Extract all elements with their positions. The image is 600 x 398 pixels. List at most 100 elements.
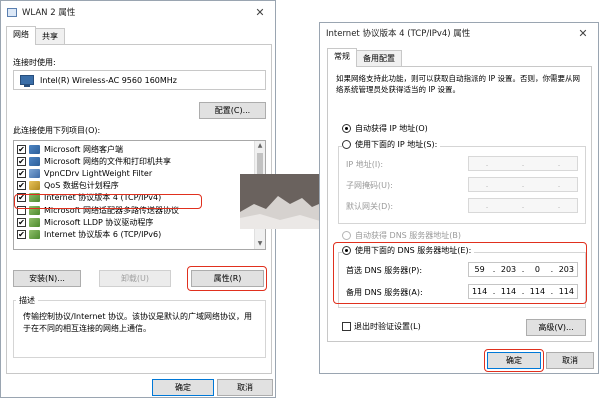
- subnet-field: ...: [468, 177, 578, 192]
- item-label: Microsoft 网络客户端: [44, 144, 123, 154]
- adapter-name: Intel(R) Wireless-AC 9560 160MHz: [40, 75, 177, 85]
- list-item[interactable]: Microsoft 网络适配器多路传送器协议: [14, 204, 265, 216]
- protocol-icon: [29, 205, 40, 215]
- intro-line-1: 如果网络支持此功能，则可以获取自动指派的 IP 设置。否则，你需要从网: [336, 74, 581, 83]
- wlan-properties-dialog: WLAN 2 属性 ✕ 网络 共享 连接时使用: Intel(R) Wirele…: [0, 0, 276, 398]
- alternate-dns-octet-4: 114: [558, 287, 574, 296]
- item-checkbox[interactable]: ✔: [17, 168, 26, 178]
- auto-dns-radio[interactable]: 自动获得 DNS 服务器地址(B): [342, 230, 461, 241]
- list-item[interactable]: ✔ Microsoft LLDP 协议驱动程序: [14, 216, 265, 228]
- components-list[interactable]: ✔ Microsoft 网络客户端 ✔ Microsoft 网络的文件和打印机共享 …: [13, 140, 266, 250]
- tab-general[interactable]: 常规: [327, 48, 357, 67]
- alternate-dns-octet-1: 114: [471, 287, 488, 296]
- radio-dot[interactable]: [342, 140, 351, 149]
- protocol-icon: [29, 229, 40, 239]
- adapter-name-box: Intel(R) Wireless-AC 9560 160MHz: [13, 70, 266, 90]
- list-item[interactable]: ✔ Microsoft 网络的文件和打印机共享: [14, 155, 265, 167]
- preferred-dns-field[interactable]: 59. 203. 0. 203: [468, 262, 578, 277]
- item-checkbox[interactable]: ✔: [17, 229, 26, 239]
- list-item[interactable]: ✔ Internet 协议版本 6 (TCP/IPv6): [14, 228, 265, 240]
- list-item[interactable]: ✔ Internet 协议版本 4 (TCP/IPv4): [14, 192, 265, 204]
- auto-ip-label: 自动获得 IP 地址(O): [355, 124, 428, 133]
- item-label: Internet 协议版本 6 (TCP/IPv6): [44, 229, 162, 239]
- preferred-dns-octet-1: 59: [474, 265, 485, 274]
- tab-alternate-config[interactable]: 备用配置: [356, 50, 402, 67]
- item-checkbox[interactable]: [17, 205, 26, 215]
- left-dialog-title: WLAN 2 属性: [22, 8, 76, 18]
- scroll-down-icon[interactable]: ▼: [255, 239, 265, 249]
- preferred-dns-label: 首选 DNS 服务器(P):: [346, 266, 423, 275]
- alternate-dns-label: 备用 DNS 服务器(A):: [346, 288, 423, 297]
- manual-dns-label: 使用下面的 DNS 服务器地址(E):: [355, 246, 472, 255]
- right-tab-strip: 常规 备用配置: [327, 48, 402, 67]
- intro-line-2: 络系统管理员处获得适当的 IP 设置。: [336, 85, 461, 94]
- client-icon: [29, 144, 40, 154]
- properties-button[interactable]: 属性(R): [191, 270, 264, 287]
- item-label: Internet 协议版本 4 (TCP/IPv4): [44, 193, 162, 203]
- subnet-label: 子网掩码(U):: [346, 181, 393, 190]
- right-ok-button[interactable]: 确定: [487, 352, 541, 369]
- configure-button[interactable]: 配置(C)...: [199, 102, 266, 119]
- list-item[interactable]: ✔ Microsoft 网络客户端: [14, 143, 265, 155]
- protocol-icon: [29, 193, 40, 203]
- auto-dns-label: 自动获得 DNS 服务器地址(B): [355, 231, 462, 240]
- dns-group: [338, 252, 586, 308]
- scroll-up-icon[interactable]: ▲: [255, 141, 265, 151]
- preferred-dns-octet-2: 203: [500, 265, 517, 274]
- description-title: 描述: [16, 295, 38, 306]
- validate-checkbox[interactable]: 退出时验证设置(L): [342, 321, 421, 332]
- manual-ip-radio[interactable]: 使用下面的 IP 地址(S):: [342, 139, 441, 150]
- alternate-dns-octet-3: 114: [529, 287, 546, 296]
- right-title-bar: Internet 协议版本 4 (TCP/IPv4) 属性 ✕: [320, 23, 598, 43]
- item-checkbox[interactable]: ✔: [17, 217, 26, 227]
- protocol-icon: [29, 217, 40, 227]
- ipv4-properties-dialog: Internet 协议版本 4 (TCP/IPv4) 属性 ✕ 常规 备用配置 …: [319, 22, 599, 374]
- item-checkbox[interactable]: ✔: [17, 156, 26, 166]
- gateway-label: 默认网关(D):: [346, 202, 394, 211]
- item-label: VpnCDrv LightWeight Filter: [44, 168, 153, 178]
- tab-sharing[interactable]: 共享: [35, 28, 65, 45]
- right-cancel-button[interactable]: 取消: [546, 352, 594, 369]
- ip-address-field: ...: [468, 156, 578, 171]
- ip-address-label: IP 地址(I):: [346, 160, 384, 169]
- validate-label: 退出时验证设置(L): [354, 322, 421, 331]
- network-adapter-icon: [7, 7, 17, 17]
- items-label: 此连接使用下列项目(O):: [13, 126, 101, 135]
- list-item[interactable]: ✔ VpnCDrv LightWeight Filter: [14, 167, 265, 179]
- auto-ip-radio[interactable]: 自动获得 IP 地址(O): [342, 123, 428, 134]
- qos-icon: [29, 181, 40, 191]
- uninstall-button: 卸载(U): [99, 270, 171, 287]
- network-adapter-icon: [20, 75, 34, 87]
- item-label: QoS 数据包计划程序: [44, 181, 119, 191]
- alternate-dns-field[interactable]: 114. 114. 114. 114: [468, 284, 578, 299]
- connect-using-label: 连接时使用:: [13, 58, 56, 67]
- advanced-button[interactable]: 高级(V)...: [526, 319, 586, 336]
- radio-dot[interactable]: [342, 246, 351, 255]
- filter-icon: [29, 168, 40, 178]
- manual-dns-radio[interactable]: 使用下面的 DNS 服务器地址(E):: [342, 245, 475, 256]
- description-text-line-1: 传输控制协议/Internet 协议。该协议是默认的广域网络协议，用: [23, 312, 253, 321]
- preferred-dns-octet-3: 0: [534, 265, 540, 274]
- radio-dot[interactable]: [342, 124, 351, 133]
- item-label: Microsoft 网络适配器多路传送器协议: [44, 205, 179, 215]
- left-cancel-button[interactable]: 取消: [217, 379, 273, 396]
- item-label: Microsoft LLDP 协议驱动程序: [44, 217, 154, 227]
- install-button[interactable]: 安装(N)...: [13, 270, 81, 287]
- item-checkbox[interactable]: ✔: [17, 193, 26, 203]
- left-ok-button[interactable]: 确定: [152, 379, 214, 396]
- tab-network[interactable]: 网络: [6, 26, 36, 45]
- preferred-dns-octet-4: 203: [558, 265, 574, 274]
- item-checkbox[interactable]: ✔: [17, 144, 26, 154]
- list-item[interactable]: ✔ QoS 数据包计划程序: [14, 180, 265, 192]
- close-icon[interactable]: ✕: [568, 27, 598, 40]
- alternate-dns-octet-2: 114: [500, 287, 517, 296]
- service-icon: [29, 156, 40, 166]
- radio-dot[interactable]: [342, 231, 351, 240]
- left-title-bar: WLAN 2 属性 ✕: [1, 1, 275, 23]
- close-icon[interactable]: ✕: [245, 6, 275, 19]
- item-checkbox[interactable]: ✔: [17, 181, 26, 191]
- checkbox-box[interactable]: [342, 322, 351, 331]
- right-dialog-title: Internet 协议版本 4 (TCP/IPv4) 属性: [326, 29, 471, 39]
- description-text-line-2: 于在不同的相互连接的网络上通信。: [23, 324, 151, 333]
- gateway-field: ...: [468, 198, 578, 213]
